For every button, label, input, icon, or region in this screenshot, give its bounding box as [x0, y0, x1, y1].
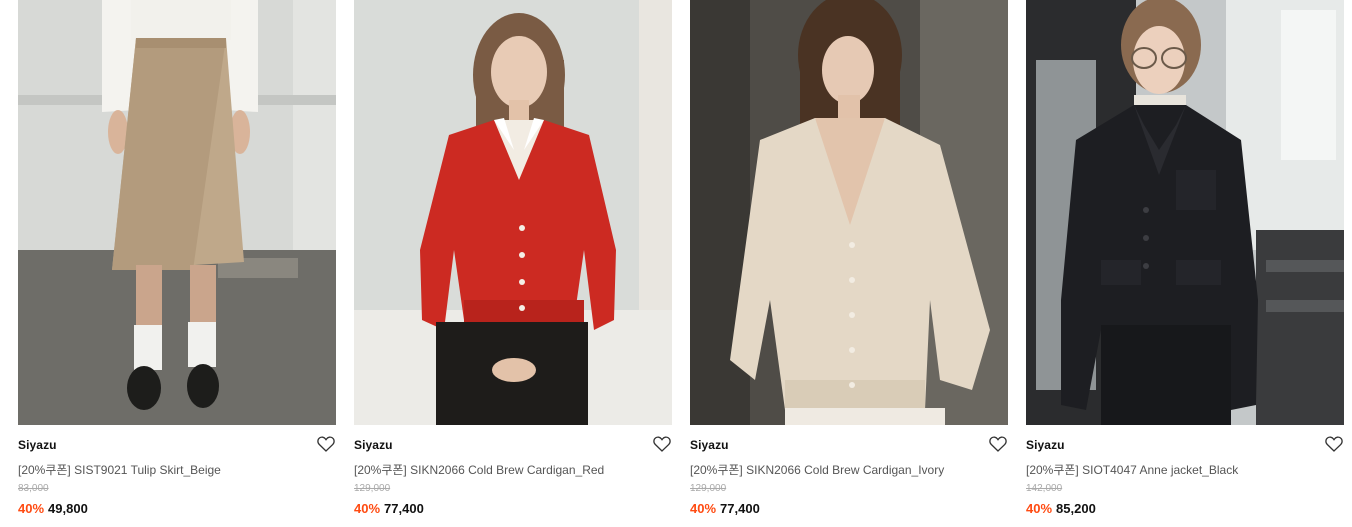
price-row: 40% 77,400 [354, 501, 672, 517]
heart-outline-icon[interactable] [1325, 436, 1343, 452]
product-photo-ivory-cardigan [690, 0, 1008, 425]
original-price: 129,000 [690, 483, 727, 494]
heart-outline-icon[interactable] [989, 436, 1007, 452]
brand-name[interactable]: Siyazu [1026, 437, 1344, 457]
product-grid: Siyazu [20%쿠폰] SIST9021 Tulip Skirt_Beig… [0, 0, 1352, 527]
discount-rate: 40% [18, 501, 45, 516]
heart-outline-icon[interactable] [653, 436, 671, 452]
price-row: 40% 77,400 [690, 501, 1008, 517]
price-row: 40% 85,200 [1026, 501, 1344, 517]
product-name[interactable]: [20%쿠폰] SIST9021 Tulip Skirt_Beige [18, 462, 336, 478]
product-name[interactable]: [20%쿠폰] SIKN2066 Cold Brew Cardigan_Ivor… [690, 462, 1008, 478]
sale-price: 85,200 [1056, 501, 1096, 516]
product-image[interactable] [18, 0, 336, 425]
original-price: 142,000 [1026, 483, 1063, 494]
discount-rate: 40% [1026, 501, 1053, 516]
brand-name[interactable]: Siyazu [690, 437, 1008, 457]
product-card[interactable]: Siyazu [20%쿠폰] SIKN2066 Cold Brew Cardig… [690, 0, 1008, 527]
product-card[interactable]: Siyazu [20%쿠폰] SIKN2066 Cold Brew Cardig… [354, 0, 672, 527]
product-photo-skirt [18, 0, 336, 425]
price-row: 40% 49,800 [18, 501, 336, 517]
sale-price: 49,800 [48, 501, 88, 516]
discount-rate: 40% [690, 501, 717, 516]
sale-price: 77,400 [384, 501, 424, 516]
product-name[interactable]: [20%쿠폰] SIOT4047 Anne jacket_Black [1026, 462, 1344, 478]
brand-name[interactable]: Siyazu [354, 437, 672, 457]
original-price: 83,000 [18, 483, 49, 494]
product-image[interactable] [1026, 0, 1344, 425]
discount-rate: 40% [354, 501, 381, 516]
product-info: Siyazu [20%쿠폰] SIKN2066 Cold Brew Cardig… [354, 425, 672, 517]
heart-outline-icon[interactable] [317, 436, 335, 452]
original-price: 129,000 [354, 483, 391, 494]
product-photo-black-jacket [1026, 0, 1344, 425]
product-card[interactable]: Siyazu [20%쿠폰] SIOT4047 Anne jacket_Blac… [1026, 0, 1344, 527]
product-info: Siyazu [20%쿠폰] SIKN2066 Cold Brew Cardig… [690, 425, 1008, 517]
brand-name[interactable]: Siyazu [18, 437, 336, 457]
sale-price: 77,400 [720, 501, 760, 516]
product-info: Siyazu [20%쿠폰] SIST9021 Tulip Skirt_Beig… [18, 425, 336, 517]
product-card[interactable]: Siyazu [20%쿠폰] SIST9021 Tulip Skirt_Beig… [18, 0, 336, 527]
product-name[interactable]: [20%쿠폰] SIKN2066 Cold Brew Cardigan_Red [354, 462, 672, 478]
product-image[interactable] [354, 0, 672, 425]
product-photo-red-cardigan [354, 0, 672, 425]
product-image[interactable] [690, 0, 1008, 425]
product-info: Siyazu [20%쿠폰] SIOT4047 Anne jacket_Blac… [1026, 425, 1344, 517]
